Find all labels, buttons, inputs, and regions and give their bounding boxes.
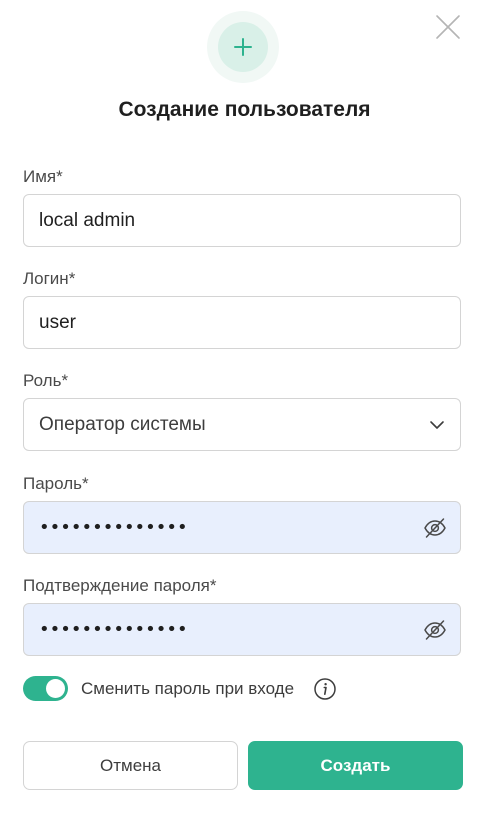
login-field[interactable] [23, 296, 461, 349]
eye-off-icon[interactable] [423, 618, 447, 642]
password-label: Пароль* [23, 474, 89, 493]
create-user-dialog: Создание пользователя Имя* Логин* Роль* … [0, 0, 489, 813]
name-label: Имя* [23, 167, 63, 186]
toggle-knob [46, 679, 65, 698]
role-label: Роль* [23, 371, 69, 390]
login-label: Логин* [23, 269, 76, 288]
name-field[interactable] [23, 194, 461, 247]
password-input[interactable] [39, 502, 409, 553]
role-selected-value: Оператор системы [39, 414, 206, 435]
cancel-button[interactable]: Отмена [23, 741, 238, 790]
close-icon [436, 15, 460, 39]
close-button[interactable] [432, 11, 464, 43]
plus-icon [234, 38, 252, 56]
chevron-down-icon [430, 421, 444, 429]
dialog-title: Создание пользователя [118, 98, 371, 121]
name-input[interactable] [39, 195, 409, 246]
header-icon-badge [207, 11, 279, 83]
password-confirm-label: Подтверждение пароля* [23, 576, 217, 595]
password-field[interactable] [23, 501, 461, 554]
password-confirm-input[interactable] [39, 604, 409, 655]
change-password-toggle[interactable] [23, 676, 68, 701]
role-select[interactable]: Оператор системы [23, 398, 461, 451]
info-icon[interactable] [313, 677, 337, 701]
login-input[interactable] [39, 297, 409, 348]
eye-off-icon[interactable] [423, 516, 447, 540]
create-button[interactable]: Создать [248, 741, 463, 790]
password-confirm-field[interactable] [23, 603, 461, 656]
change-password-toggle-label: Сменить пароль при входе [81, 679, 295, 698]
